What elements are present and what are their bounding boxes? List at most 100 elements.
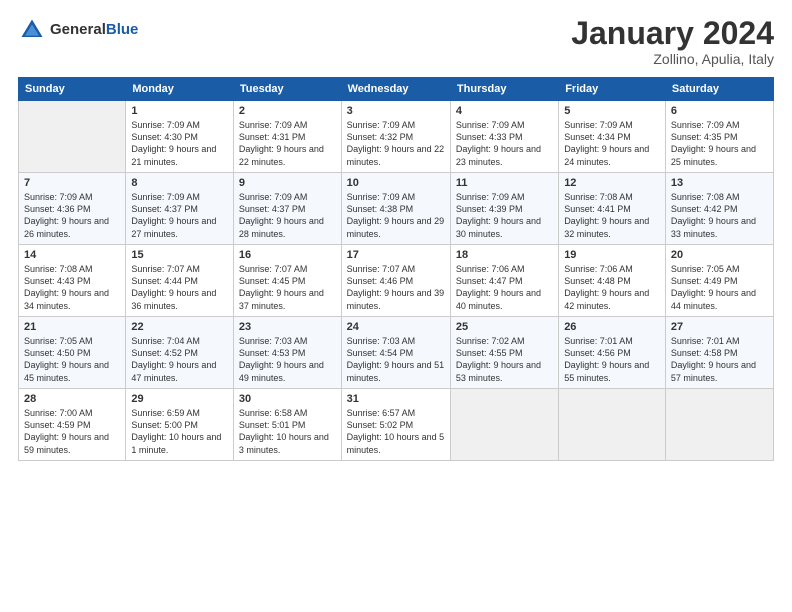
- calendar-cell: 27Sunrise: 7:01 AM Sunset: 4:58 PM Dayli…: [665, 317, 773, 389]
- cell-date: 1: [131, 105, 228, 117]
- cell-info: Sunrise: 6:57 AM Sunset: 5:02 PM Dayligh…: [347, 407, 445, 456]
- cell-date: 12: [564, 177, 660, 189]
- cell-info: Sunrise: 7:00 AM Sunset: 4:59 PM Dayligh…: [24, 407, 120, 456]
- calendar-cell: 14Sunrise: 7:08 AM Sunset: 4:43 PM Dayli…: [19, 245, 126, 317]
- calendar-table: SundayMondayTuesdayWednesdayThursdayFrid…: [18, 77, 774, 461]
- calendar-cell: 2 Sunrise: 7:09 AM Sunset: 4:31 PM Daylig…: [233, 101, 341, 173]
- calendar-cell: 20 Sunrise: 7:05 AM Sunset: 4:49 PM Dayli…: [665, 245, 773, 317]
- cell-date: 22: [131, 321, 228, 333]
- calendar-cell: 26Sunrise: 7:01 AM Sunset: 4:56 PM Dayli…: [559, 317, 666, 389]
- calendar-cell: [450, 389, 558, 461]
- cell-date: 19: [564, 249, 660, 261]
- cell-info: Sunrise: 7:09 AM Sunset: 4:33 PM Dayligh…: [456, 119, 553, 168]
- cell-info: Sunrise: 7:06 AM Sunset: 4:47 PM Dayligh…: [456, 263, 553, 312]
- calendar-cell: [665, 389, 773, 461]
- logo-icon: [18, 16, 46, 44]
- cell-date: 28: [24, 393, 120, 405]
- cell-date: 31: [347, 393, 445, 405]
- calendar-cell: 25 Sunrise: 7:02 AM Sunset: 4:55 PM Dayli…: [450, 317, 558, 389]
- calendar-cell: 10 Sunrise: 7:09 AM Sunset: 4:38 PM Dayli…: [341, 173, 450, 245]
- calendar-cell: 7 Sunrise: 7:09 AM Sunset: 4:36 PM Daylig…: [19, 173, 126, 245]
- cell-date: 7: [24, 177, 120, 189]
- cell-date: 24: [347, 321, 445, 333]
- cell-info: Sunrise: 7:09 AM Sunset: 4:37 PM Dayligh…: [131, 191, 228, 240]
- calendar-cell: 11 Sunrise: 7:09 AM Sunset: 4:39 PM Dayli…: [450, 173, 558, 245]
- calendar-cell: 28 Sunrise: 7:00 AM Sunset: 4:59 PM Dayli…: [19, 389, 126, 461]
- cell-info: Sunrise: 7:09 AM Sunset: 4:39 PM Dayligh…: [456, 191, 553, 240]
- cell-info: Sunrise: 7:01 AM Sunset: 4:56 PM Dayligh…: [564, 335, 660, 384]
- calendar-cell: [19, 101, 126, 173]
- cell-date: 27: [671, 321, 768, 333]
- calendar-cell: 30 Sunrise: 6:58 AM Sunset: 5:01 PM Dayli…: [233, 389, 341, 461]
- week-row-5: 28 Sunrise: 7:00 AM Sunset: 4:59 PM Dayli…: [19, 389, 774, 461]
- cell-date: 11: [456, 177, 553, 189]
- calendar-title: January 2024: [571, 16, 774, 51]
- cell-info: Sunrise: 7:05 AM Sunset: 4:50 PM Dayligh…: [24, 335, 120, 384]
- cell-info: Sunrise: 7:09 AM Sunset: 4:32 PM Dayligh…: [347, 119, 445, 168]
- cell-info: Sunrise: 7:02 AM Sunset: 4:55 PM Dayligh…: [456, 335, 553, 384]
- header-day-tuesday: Tuesday: [233, 78, 341, 101]
- header-day-friday: Friday: [559, 78, 666, 101]
- week-row-4: 21 Sunrise: 7:05 AM Sunset: 4:50 PM Dayli…: [19, 317, 774, 389]
- calendar-cell: 23Sunrise: 7:03 AM Sunset: 4:53 PM Dayli…: [233, 317, 341, 389]
- cell-info: Sunrise: 7:09 AM Sunset: 4:34 PM Dayligh…: [564, 119, 660, 168]
- cell-date: 25: [456, 321, 553, 333]
- cell-date: 23: [239, 321, 336, 333]
- cell-date: 8: [131, 177, 228, 189]
- calendar-cell: 15 Sunrise: 7:07 AM Sunset: 4:44 PM Dayli…: [126, 245, 234, 317]
- header-day-sunday: Sunday: [19, 78, 126, 101]
- cell-date: 17: [347, 249, 445, 261]
- cell-info: Sunrise: 7:07 AM Sunset: 4:45 PM Dayligh…: [239, 263, 336, 312]
- calendar-cell: 9 Sunrise: 7:09 AM Sunset: 4:37 PM Daylig…: [233, 173, 341, 245]
- cell-info: Sunrise: 7:09 AM Sunset: 4:36 PM Dayligh…: [24, 191, 120, 240]
- cell-info: Sunrise: 7:04 AM Sunset: 4:52 PM Dayligh…: [131, 335, 228, 384]
- cell-date: 21: [24, 321, 120, 333]
- header-day-monday: Monday: [126, 78, 234, 101]
- calendar-cell: 19 Sunrise: 7:06 AM Sunset: 4:48 PM Dayli…: [559, 245, 666, 317]
- week-row-3: 14Sunrise: 7:08 AM Sunset: 4:43 PM Dayli…: [19, 245, 774, 317]
- cell-date: 2: [239, 105, 336, 117]
- cell-date: 9: [239, 177, 336, 189]
- cell-info: Sunrise: 7:09 AM Sunset: 4:38 PM Dayligh…: [347, 191, 445, 240]
- calendar-cell: 29Sunrise: 6:59 AM Sunset: 5:00 PM Dayli…: [126, 389, 234, 461]
- calendar-body: 1Sunrise: 7:09 AM Sunset: 4:30 PM Daylig…: [19, 101, 774, 461]
- cell-info: Sunrise: 7:05 AM Sunset: 4:49 PM Dayligh…: [671, 263, 768, 312]
- cell-info: Sunrise: 7:09 AM Sunset: 4:35 PM Dayligh…: [671, 119, 768, 168]
- header-day-thursday: Thursday: [450, 78, 558, 101]
- logo: General Blue: [18, 16, 138, 44]
- cell-info: Sunrise: 7:07 AM Sunset: 4:46 PM Dayligh…: [347, 263, 445, 312]
- calendar-cell: 18 Sunrise: 7:06 AM Sunset: 4:47 PM Dayli…: [450, 245, 558, 317]
- calendar-cell: 13Sunrise: 7:08 AM Sunset: 4:42 PM Dayli…: [665, 173, 773, 245]
- cell-date: 6: [671, 105, 768, 117]
- header-row: SundayMondayTuesdayWednesdayThursdayFrid…: [19, 78, 774, 101]
- week-row-2: 7 Sunrise: 7:09 AM Sunset: 4:36 PM Daylig…: [19, 173, 774, 245]
- header-day-saturday: Saturday: [665, 78, 773, 101]
- cell-info: Sunrise: 7:09 AM Sunset: 4:37 PM Dayligh…: [239, 191, 336, 240]
- calendar-cell: 6 Sunrise: 7:09 AM Sunset: 4:35 PM Daylig…: [665, 101, 773, 173]
- page: General Blue January 2024 Zollino, Apuli…: [0, 0, 792, 612]
- calendar-cell: 21 Sunrise: 7:05 AM Sunset: 4:50 PM Dayli…: [19, 317, 126, 389]
- title-block: January 2024 Zollino, Apulia, Italy: [571, 16, 774, 67]
- cell-date: 29: [131, 393, 228, 405]
- cell-info: Sunrise: 7:03 AM Sunset: 4:54 PM Dayligh…: [347, 335, 445, 384]
- calendar-cell: 22 Sunrise: 7:04 AM Sunset: 4:52 PM Dayli…: [126, 317, 234, 389]
- cell-info: Sunrise: 6:58 AM Sunset: 5:01 PM Dayligh…: [239, 407, 336, 456]
- calendar-cell: 8 Sunrise: 7:09 AM Sunset: 4:37 PM Daylig…: [126, 173, 234, 245]
- cell-date: 4: [456, 105, 553, 117]
- cell-date: 20: [671, 249, 768, 261]
- cell-info: Sunrise: 7:07 AM Sunset: 4:44 PM Dayligh…: [131, 263, 228, 312]
- calendar-cell: 31 Sunrise: 6:57 AM Sunset: 5:02 PM Dayli…: [341, 389, 450, 461]
- calendar-subtitle: Zollino, Apulia, Italy: [571, 51, 774, 67]
- calendar-cell: 4 Sunrise: 7:09 AM Sunset: 4:33 PM Daylig…: [450, 101, 558, 173]
- cell-info: Sunrise: 7:06 AM Sunset: 4:48 PM Dayligh…: [564, 263, 660, 312]
- calendar-cell: 12Sunrise: 7:08 AM Sunset: 4:41 PM Dayli…: [559, 173, 666, 245]
- logo-text: General Blue: [50, 22, 138, 39]
- cell-date: 16: [239, 249, 336, 261]
- calendar-cell: 1Sunrise: 7:09 AM Sunset: 4:30 PM Daylig…: [126, 101, 234, 173]
- cell-date: 30: [239, 393, 336, 405]
- cell-date: 18: [456, 249, 553, 261]
- cell-date: 10: [347, 177, 445, 189]
- calendar-cell: 16 Sunrise: 7:07 AM Sunset: 4:45 PM Dayli…: [233, 245, 341, 317]
- cell-date: 15: [131, 249, 228, 261]
- cell-info: Sunrise: 7:09 AM Sunset: 4:31 PM Dayligh…: [239, 119, 336, 168]
